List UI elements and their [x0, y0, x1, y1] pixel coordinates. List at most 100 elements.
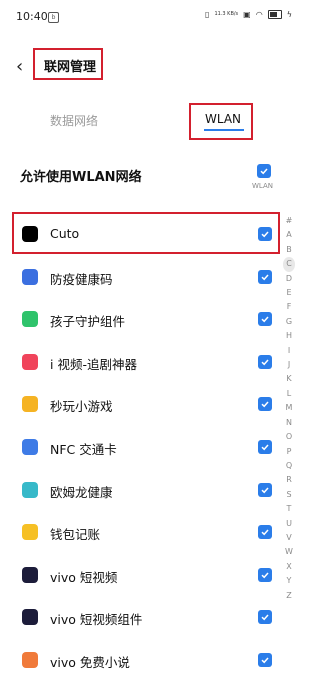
omron-icon — [22, 481, 38, 498]
mini-game-icon — [22, 396, 38, 413]
charging-icon: ϟ — [286, 10, 292, 19]
app-row[interactable]: i 视频-追剧神器 — [0, 342, 300, 382]
wifi-icon: ◠ — [255, 10, 263, 19]
alphabet-letter[interactable]: M — [283, 401, 295, 415]
check-icon — [261, 614, 269, 621]
app-row[interactable]: 欧姆龙健康 — [0, 470, 300, 510]
app-row[interactable]: vivo 短视频 — [0, 555, 300, 595]
app-label: 防疫健康码 — [50, 271, 113, 287]
alphabet-letter[interactable]: H — [283, 329, 295, 343]
alphabet-letter[interactable]: T — [283, 502, 295, 516]
ivideo-icon — [22, 353, 38, 370]
alphabet-letter[interactable]: A — [283, 228, 295, 242]
check-icon — [261, 444, 269, 451]
alphabet-letter[interactable]: D — [283, 272, 295, 286]
check-icon — [261, 529, 269, 536]
status-time: 10:40 — [16, 10, 48, 23]
app-checkbox[interactable] — [258, 354, 272, 369]
app-row[interactable]: NFC 交通卡 — [0, 427, 300, 467]
app-checkbox[interactable] — [258, 397, 272, 412]
app-row[interactable]: Cuto — [0, 214, 300, 254]
status-icons: ▯ 11.3 KB/s ▣ ◠ ϟ — [205, 10, 292, 19]
allow-wlan-label: 允许使用WLAN网络 — [20, 170, 142, 185]
alphabet-letter[interactable]: G — [283, 315, 295, 329]
app-row[interactable]: 防疫健康码 — [0, 257, 300, 297]
alphabet-letter[interactable]: E — [283, 286, 295, 300]
app-label: vivo 短视频 — [50, 569, 118, 585]
alphabet-letter[interactable]: Z — [283, 589, 295, 603]
back-button[interactable]: ‹ — [16, 56, 23, 77]
check-icon — [261, 401, 269, 408]
app-checkbox[interactable] — [258, 440, 272, 454]
alphabet-letter[interactable]: B — [283, 243, 295, 257]
check-icon — [260, 168, 268, 175]
app-checkbox[interactable] — [258, 525, 272, 540]
app-label: 欧姆龙健康 — [50, 484, 113, 500]
app-checkbox[interactable] — [258, 312, 272, 327]
alphabet-letter[interactable]: O — [283, 430, 295, 444]
alphabet-letter[interactable]: Q — [283, 459, 295, 473]
vivo-novel-icon — [22, 652, 38, 668]
tab-mobile-data[interactable]: 数据网络 — [50, 112, 98, 129]
app-row[interactable]: 秒玩小游戏 — [0, 384, 300, 424]
alphabet-letter[interactable]: X — [283, 560, 295, 574]
page-title: 联网管理 — [44, 60, 97, 75]
app-label: Cuto — [50, 226, 80, 241]
check-icon — [261, 572, 269, 579]
app-row[interactable]: 孩子守护组件 — [0, 299, 300, 339]
alphabet-letter[interactable]: # — [283, 214, 295, 228]
alphabet-letter[interactable]: L — [283, 387, 295, 401]
alphabet-letter[interactable]: F — [283, 300, 295, 314]
vibrate-icon: ▯ — [205, 10, 210, 19]
app-row[interactable]: vivo 短视频组件 — [0, 597, 300, 637]
check-icon — [261, 316, 269, 323]
check-icon — [261, 274, 269, 280]
alphabet-letter[interactable]: I — [283, 344, 295, 358]
check-icon — [261, 657, 269, 664]
battery-icon — [267, 10, 282, 19]
app-label: 钱包记账 — [50, 527, 101, 543]
alphabet-letter[interactable]: U — [283, 517, 295, 531]
alphabet-letter[interactable]: K — [283, 372, 295, 386]
alphabet-letter[interactable]: P — [283, 445, 295, 459]
app-label: vivo 免费小说 — [50, 655, 130, 670]
app-checkbox[interactable] — [258, 567, 272, 582]
vivo-video-icon — [22, 566, 38, 583]
allow-wlan-sublabel: WLAN — [252, 182, 274, 190]
alphabet-letter[interactable]: N — [283, 416, 295, 430]
alphabet-letter[interactable]: R — [283, 473, 295, 487]
tab-wlan[interactable]: WLAN — [205, 112, 241, 126]
vivo-video-widget-icon — [22, 609, 38, 626]
app-label: i 视频-追剧神器 — [50, 356, 137, 372]
alphabet-letter[interactable]: J — [283, 358, 295, 372]
app-label: vivo 短视频组件 — [50, 612, 143, 628]
net-speed: 11.3 KB/s — [214, 11, 239, 17]
alphabet-letter[interactable]: W — [283, 545, 295, 559]
alphabet-letter[interactable]: C — [283, 257, 295, 272]
app-label: NFC 交通卡 — [50, 442, 117, 457]
alphabet-index[interactable]: # A B C D E F G H I J K L M N O P Q R S T U V W X Y Z — [283, 214, 295, 603]
alphabet-letter[interactable]: Y — [283, 574, 295, 588]
check-icon — [261, 487, 269, 493]
app-checkbox[interactable] — [258, 269, 272, 284]
app-label: 秒玩小游戏 — [50, 399, 113, 415]
tab-active-indicator — [204, 129, 244, 131]
app-checkbox[interactable] — [258, 653, 272, 667]
app-checkbox[interactable] — [258, 610, 272, 625]
check-icon — [261, 231, 269, 238]
app-checkbox[interactable] — [258, 227, 272, 241]
app-row[interactable]: 钱包记账 — [0, 512, 300, 552]
alphabet-letter[interactable]: S — [283, 488, 295, 502]
check-icon — [261, 359, 269, 366]
kid-guard-icon — [22, 311, 38, 328]
notification-icon: b — [48, 12, 59, 23]
app-label: 孩子守护组件 — [50, 314, 126, 330]
app-checkbox[interactable] — [258, 482, 272, 497]
app-row[interactable]: vivo 免费小说 — [0, 640, 300, 680]
alphabet-letter[interactable]: V — [283, 531, 295, 545]
status-bar: 10:40 b ▯ 11.3 KB/s ▣ ◠ ϟ — [0, 0, 300, 36]
nfc-card-icon — [22, 439, 38, 455]
sim-icon: ▣ — [243, 10, 251, 19]
allow-wlan-checkbox[interactable] — [257, 164, 271, 178]
cuto-icon — [22, 226, 38, 242]
